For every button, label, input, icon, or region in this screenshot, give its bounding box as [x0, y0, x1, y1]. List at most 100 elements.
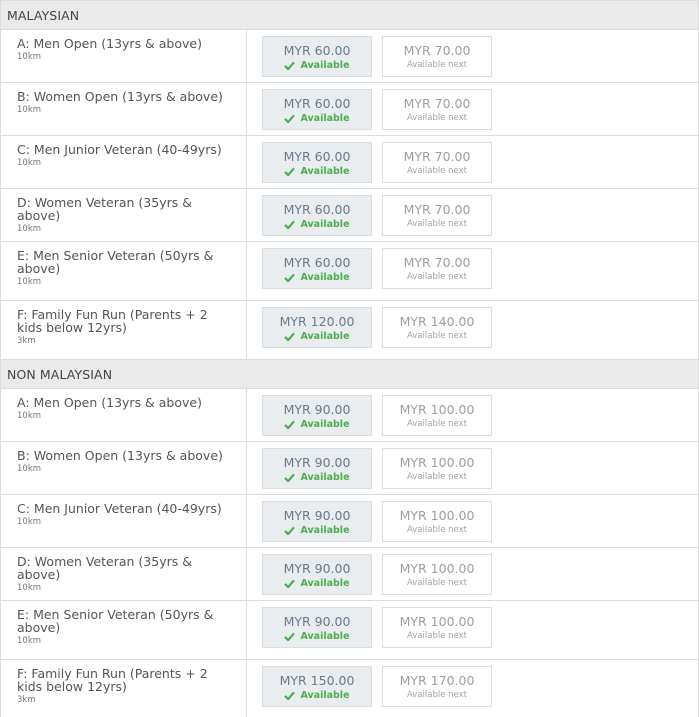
current-price-option[interactable]: MYR 90.00 Available [262, 395, 372, 436]
category-row: D: Women Veteran (35yrs & above) 10km MY… [1, 188, 698, 241]
category-cell: A: Men Open (13yrs & above) 10km [1, 30, 247, 82]
status-label: Available [300, 689, 350, 701]
next-price: MYR 100.00 [399, 614, 475, 629]
next-status: Available next [406, 631, 467, 641]
category-distance: 10km [17, 52, 42, 62]
status-label: Available [300, 524, 350, 536]
price-cell: MYR 90.00 Available MYR 100.00 Available… [247, 601, 698, 659]
current-price-option[interactable]: MYR 60.00 Available [262, 195, 372, 236]
category-name: A: Men Open (13yrs & above) [17, 36, 202, 51]
current-price-option[interactable]: MYR 60.00 Available [262, 142, 372, 183]
current-price: MYR 90.00 [283, 560, 351, 576]
current-price-option[interactable]: MYR 60.00 Available [262, 89, 372, 130]
category-name: F: Family Fun Run (Parents + 2 kids belo… [17, 307, 208, 335]
next-price: MYR 70.00 [403, 149, 471, 164]
status-label: Available [300, 218, 350, 230]
category-row: E: Men Senior Veteran (50yrs & above) 10… [1, 600, 698, 659]
next-price: MYR 70.00 [403, 96, 471, 111]
current-price-option[interactable]: MYR 150.00 Available [262, 666, 372, 707]
availability-status: Available [284, 471, 350, 483]
category-cell: D: Women Veteran (35yrs & above) 10km [1, 189, 247, 241]
current-price-option[interactable]: MYR 90.00 Available [262, 448, 372, 489]
next-price: MYR 100.00 [399, 455, 475, 470]
status-label: Available [300, 165, 350, 177]
availability-status: Available [284, 218, 350, 230]
current-price-option[interactable]: MYR 90.00 Available [262, 501, 372, 542]
section-title: MALAYSIAN [7, 7, 80, 23]
next-price: MYR 100.00 [399, 561, 475, 576]
category-row: A: Men Open (13yrs & above) 10km MYR 60.… [1, 29, 698, 82]
next-price-option: MYR 70.00 Available next [382, 195, 492, 236]
category-row: F: Family Fun Run (Parents + 2 kids belo… [1, 300, 698, 359]
status-label: Available [300, 418, 350, 430]
category-cell: F: Family Fun Run (Parents + 2 kids belo… [1, 660, 247, 717]
category-name: F: Family Fun Run (Parents + 2 kids belo… [17, 666, 208, 694]
section-header-non-malaysian: NON MALAYSIAN [1, 359, 698, 388]
price-cell: MYR 60.00 Available MYR 70.00 Available … [247, 83, 698, 135]
category-cell: C: Men Junior Veteran (40-49yrs) 10km [1, 136, 247, 188]
category-cell: A: Men Open (13yrs & above) 10km [1, 389, 247, 441]
next-status: Available next [406, 219, 467, 229]
price-cell: MYR 60.00 Available MYR 70.00 Available … [247, 136, 698, 188]
next-price: MYR 100.00 [399, 508, 475, 523]
availability-status: Available [284, 418, 350, 430]
current-price: MYR 90.00 [283, 507, 351, 523]
category-name: B: Women Open (13yrs & above) [17, 89, 223, 104]
status-label: Available [300, 59, 350, 71]
next-price-option: MYR 170.00 Available next [382, 666, 492, 707]
price-cell: MYR 60.00 Available MYR 70.00 Available … [247, 189, 698, 241]
current-price: MYR 150.00 [279, 672, 355, 688]
category-row: C: Men Junior Veteran (40-49yrs) 10km MY… [1, 135, 698, 188]
category-cell: E: Men Senior Veteran (50yrs & above) 10… [1, 242, 247, 300]
status-label: Available [300, 330, 350, 342]
category-name: E: Men Senior Veteran (50yrs & above) [17, 248, 214, 276]
next-price-option: MYR 100.00 Available next [382, 448, 492, 489]
availability-status: Available [284, 577, 350, 589]
price-cell: MYR 60.00 Available MYR 70.00 Available … [247, 242, 698, 300]
category-cell: B: Women Open (13yrs & above) 10km [1, 83, 247, 135]
current-price: MYR 60.00 [283, 42, 351, 58]
current-price-option[interactable]: MYR 90.00 Available [262, 607, 372, 648]
next-status: Available next [406, 578, 467, 588]
current-price: MYR 90.00 [283, 454, 351, 470]
next-status: Available next [406, 60, 467, 70]
category-distance: 3km [17, 336, 36, 346]
next-status: Available next [406, 525, 467, 535]
status-label: Available [300, 630, 350, 642]
category-row: A: Men Open (13yrs & above) 10km MYR 90.… [1, 388, 698, 441]
section-title: NON MALAYSIAN [7, 366, 113, 382]
check-icon [284, 114, 296, 123]
category-row: C: Men Junior Veteran (40-49yrs) 10km MY… [1, 494, 698, 547]
current-price-option[interactable]: MYR 60.00 Available [262, 36, 372, 77]
section-header-malaysian: MALAYSIAN [1, 0, 698, 29]
status-label: Available [300, 471, 350, 483]
next-status: Available next [406, 272, 467, 282]
category-row: B: Women Open (13yrs & above) 10km MYR 6… [1, 82, 698, 135]
status-label: Available [300, 577, 350, 589]
next-price-option: MYR 70.00 Available next [382, 89, 492, 130]
pricing-table: MALAYSIAN A: Men Open (13yrs & above) 10… [0, 0, 699, 717]
category-distance: 10km [17, 411, 42, 421]
next-price-option: MYR 70.00 Available next [382, 142, 492, 183]
availability-status: Available [284, 272, 350, 283]
next-price: MYR 70.00 [403, 43, 471, 58]
current-price-option[interactable]: MYR 60.00 Available [262, 248, 372, 289]
next-price: MYR 140.00 [399, 314, 475, 329]
availability-status: Available [284, 630, 350, 642]
category-name: B: Women Open (13yrs & above) [17, 448, 223, 463]
next-status: Available next [406, 690, 467, 700]
current-price-option[interactable]: MYR 90.00 Available [262, 554, 372, 595]
price-cell: MYR 90.00 Available MYR 100.00 Available… [247, 389, 698, 441]
category-distance: 10km [17, 517, 42, 527]
current-price: MYR 60.00 [283, 254, 351, 270]
current-price-option[interactable]: MYR 120.00 Available [262, 307, 372, 348]
price-cell: MYR 60.00 Available MYR 70.00 Available … [247, 30, 698, 82]
next-price: MYR 70.00 [403, 202, 471, 217]
category-distance: 10km [17, 158, 42, 168]
next-price-option: MYR 70.00 Available next [382, 36, 492, 77]
category-cell: E: Men Senior Veteran (50yrs & above) 10… [1, 601, 247, 659]
next-status: Available next [406, 113, 467, 123]
current-price: MYR 90.00 [283, 401, 351, 417]
category-cell: F: Family Fun Run (Parents + 2 kids belo… [1, 301, 247, 359]
category-row: E: Men Senior Veteran (50yrs & above) 10… [1, 241, 698, 300]
